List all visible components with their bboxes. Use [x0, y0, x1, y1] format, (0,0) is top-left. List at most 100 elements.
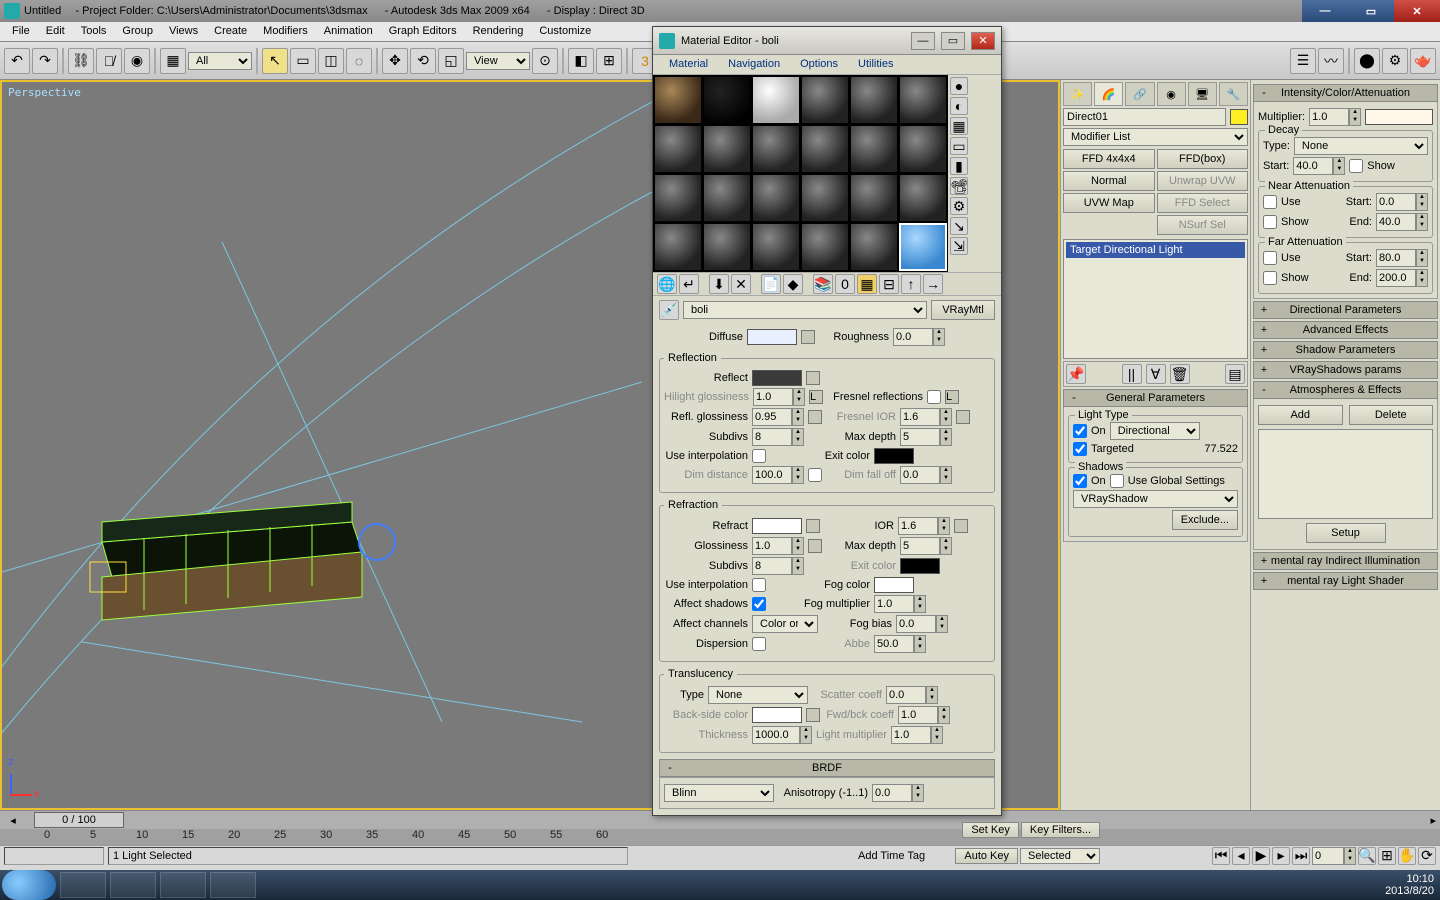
ica-rollout-header[interactable]: -Intensity/Color/Attenuation	[1253, 84, 1438, 102]
task-3dsmax[interactable]	[160, 872, 206, 898]
fogbias-spinner[interactable]: ▲▼	[896, 615, 948, 633]
show-in-vp-button[interactable]: ▦	[857, 274, 877, 294]
scatter-spinner[interactable]: ▲▼	[886, 686, 938, 704]
me-menu-material[interactable]: Material	[659, 55, 718, 74]
refr-gloss-spinner[interactable]: ▲▼	[752, 537, 804, 555]
menu-views[interactable]: Views	[161, 22, 206, 41]
get-material-button[interactable]: 🌐	[657, 274, 677, 294]
brdf-rollout-hdr[interactable]: -BRDF	[659, 759, 995, 777]
time-slider-handle[interactable]: 0 / 100	[34, 812, 124, 828]
window-minimize-button[interactable]: —	[1302, 0, 1348, 22]
show-end-result-mat-button[interactable]: ⊟	[879, 274, 899, 294]
reflect-color[interactable]	[752, 370, 802, 386]
atmos-setup-btn[interactable]: Setup	[1306, 523, 1386, 543]
far-end-spinner[interactable]: ▲▼	[1376, 269, 1428, 287]
nsurf-btn[interactable]: NSurf Sel	[1157, 215, 1249, 235]
me-menu-utilities[interactable]: Utilities	[848, 55, 903, 74]
slot-19[interactable]	[654, 223, 702, 271]
multiplier-spinner[interactable]: ▲▼	[1309, 108, 1361, 126]
put-to-library-button[interactable]: 📚	[813, 274, 833, 294]
selection-filter-select[interactable]: All	[188, 52, 252, 70]
slot-8[interactable]	[703, 125, 751, 173]
shadows-on-checkbox[interactable]	[1073, 474, 1087, 488]
current-frame-spinner[interactable]: ▲▼	[1312, 847, 1356, 865]
tab-create[interactable]: ✨	[1063, 82, 1092, 106]
system-tray[interactable]: 10:10 2013/8/20	[1385, 873, 1434, 897]
far-start-spinner[interactable]: ▲▼	[1376, 249, 1428, 267]
slot-11[interactable]	[850, 125, 898, 173]
normal-btn[interactable]: Normal	[1063, 171, 1155, 191]
diffuse-color[interactable]	[747, 329, 797, 345]
menu-tools[interactable]: Tools	[73, 22, 115, 41]
aniso-spinner[interactable]: ▲▼	[872, 784, 924, 802]
gp-rollout-header[interactable]: -General Parameters	[1063, 389, 1248, 407]
near-start-spinner[interactable]: ▲▼	[1376, 193, 1428, 211]
use-pivot-button[interactable]: ⊙	[532, 48, 558, 74]
window-crossing-button[interactable]: ◌	[346, 48, 372, 74]
exclude-button[interactable]: Exclude...	[1172, 510, 1238, 530]
ffdsel-btn[interactable]: FFD Select	[1157, 193, 1249, 213]
prev-frame-button[interactable]: ◂	[1232, 847, 1250, 865]
slot-13[interactable]	[654, 174, 702, 222]
task-maya[interactable]	[110, 872, 156, 898]
refract-color[interactable]	[752, 518, 802, 534]
menu-customize[interactable]: Customize	[531, 22, 599, 41]
slot-21[interactable]	[752, 223, 800, 271]
useglobal-checkbox[interactable]	[1110, 474, 1124, 488]
atmos-list[interactable]	[1258, 429, 1433, 519]
atmos-hdr[interactable]: -Atmospheres & Effects	[1253, 381, 1438, 399]
slot-6[interactable]	[899, 76, 947, 124]
menu-create[interactable]: Create	[206, 22, 255, 41]
slot-4[interactable]	[801, 76, 849, 124]
video-color-button[interactable]: ▮	[950, 157, 968, 175]
object-color-swatch[interactable]	[1230, 109, 1248, 125]
affect-channels-select[interactable]: Color only	[752, 615, 818, 633]
slot-24[interactable]	[899, 223, 947, 271]
material-editor-button[interactable]: ⬤	[1354, 48, 1380, 74]
decay-type-select[interactable]: None	[1294, 137, 1428, 155]
layers-button[interactable]: ☰	[1290, 48, 1316, 74]
menu-group[interactable]: Group	[114, 22, 161, 41]
goto-end-button[interactable]: ⏭	[1292, 847, 1310, 865]
go-parent-button[interactable]: ↑	[901, 274, 921, 294]
sample-type-button[interactable]: ●	[950, 77, 968, 95]
slot-23[interactable]	[850, 223, 898, 271]
adveff-hdr[interactable]: +Advanced Effects	[1253, 321, 1438, 339]
undo-button[interactable]: ↶	[4, 48, 30, 74]
render-button[interactable]: 🫖	[1410, 48, 1436, 74]
task-explorer[interactable]	[60, 872, 106, 898]
dispersion-chk[interactable]	[752, 637, 766, 651]
material-map-nav-button[interactable]: ⇲	[950, 237, 968, 255]
menu-modifiers[interactable]: Modifiers	[255, 22, 316, 41]
tab-display[interactable]: 🖥	[1188, 82, 1217, 106]
tab-hierarchy[interactable]: 🔗	[1125, 82, 1154, 106]
slot-2[interactable]	[703, 76, 751, 124]
backside-color[interactable]	[752, 707, 802, 723]
thick-spinner[interactable]: ▲▼	[752, 726, 812, 744]
light-color-swatch[interactable]	[1365, 109, 1433, 125]
near-end-spinner[interactable]: ▲▼	[1376, 213, 1428, 231]
keymode-select[interactable]: Selected	[1020, 848, 1100, 864]
keyboard-shortcut-button[interactable]: ⊞	[596, 48, 622, 74]
make-preview-button[interactable]: 📽	[950, 177, 968, 195]
ffdbox-btn[interactable]: FFD(box)	[1157, 149, 1249, 169]
refract-map[interactable]	[806, 519, 820, 533]
backlight-button[interactable]: ◐	[950, 97, 968, 115]
scale-button[interactable]: ◱	[438, 48, 464, 74]
me-max-button[interactable]: ▭	[941, 32, 965, 50]
me-menu-navigation[interactable]: Navigation	[718, 55, 790, 74]
slot-10[interactable]	[801, 125, 849, 173]
redo-button[interactable]: ↷	[32, 48, 58, 74]
window-close-button[interactable]: ✕	[1394, 0, 1440, 22]
shadow-type-select[interactable]: VRayShadow	[1073, 490, 1238, 508]
ffd4-btn[interactable]: FFD 4x4x4	[1063, 149, 1155, 169]
unwrap-btn[interactable]: Unwrap UVW	[1157, 171, 1249, 191]
task-paint[interactable]	[210, 872, 256, 898]
selection-filter-button[interactable]: ▦	[160, 48, 186, 74]
fog-color[interactable]	[874, 577, 914, 593]
vrshad-hdr[interactable]: +VRayShadows params	[1253, 361, 1438, 379]
slot-15[interactable]	[752, 174, 800, 222]
stack-item[interactable]: Target Directional Light	[1066, 242, 1245, 258]
add-time-tag[interactable]: Add Time Tag	[858, 850, 925, 862]
slot-1[interactable]	[654, 76, 702, 124]
